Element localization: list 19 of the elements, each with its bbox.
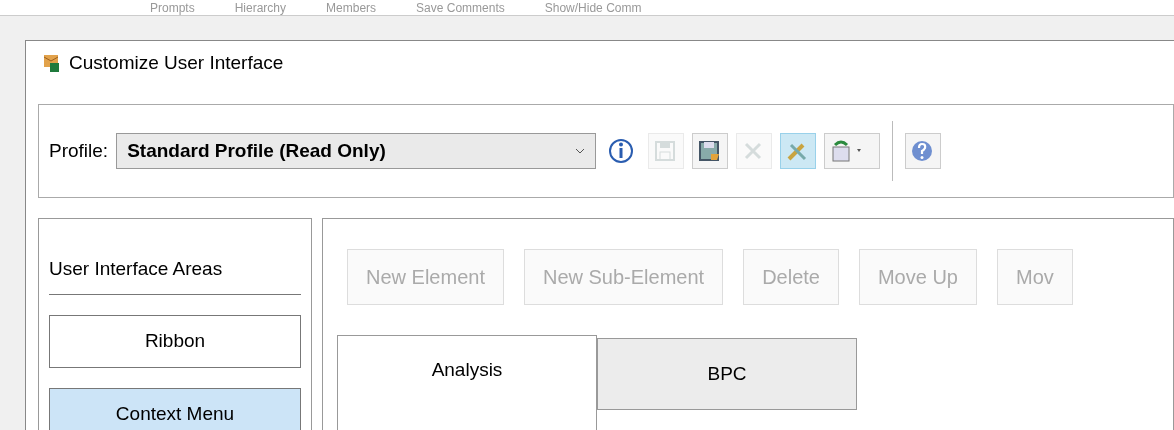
import-button[interactable] (824, 133, 881, 169)
area-item[interactable]: Context Menu (49, 387, 301, 430)
toolbar-item[interactable]: Members (326, 0, 377, 17)
toolbar-item[interactable]: Hierarchy (234, 0, 287, 17)
save-as-button[interactable] (692, 133, 729, 169)
profile-label: Profile: (49, 138, 109, 163)
caret-icon (575, 148, 586, 154)
toolbar-item[interactable]: Prompts (150, 0, 195, 17)
toolbar-item[interactable]: Show/Hide Comm (544, 0, 642, 17)
tab[interactable]: Analysis (337, 335, 597, 430)
app-icon (41, 53, 61, 73)
help-button[interactable] (905, 133, 942, 169)
profile-dropdown[interactable]: Standard Profile (Read Only) (116, 133, 597, 169)
tab[interactable]: BPC (597, 338, 857, 410)
area-item[interactable]: Ribbon (49, 314, 301, 368)
tools-button[interactable] (780, 133, 817, 169)
window-title: Customize User Interface (69, 50, 284, 75)
section-title: User Interface Areas (49, 255, 301, 295)
toolbar-item[interactable]: Save Comments (416, 0, 505, 17)
